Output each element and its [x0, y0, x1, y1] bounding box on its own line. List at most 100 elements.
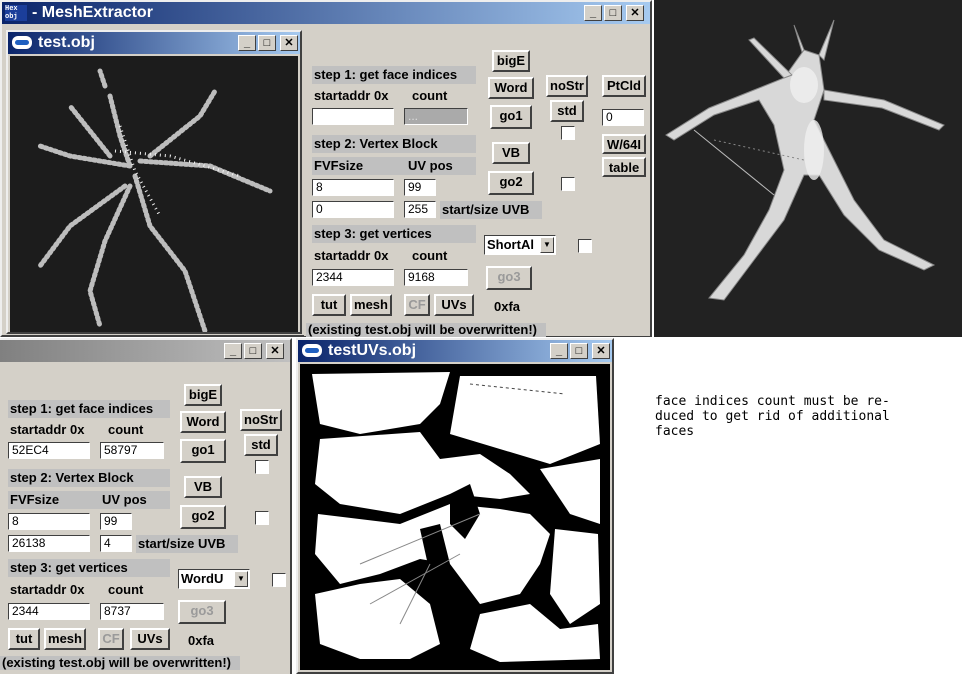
hex-obj-app-icon: Hex obj	[5, 5, 27, 21]
uvb-start-input[interactable]: 0	[312, 201, 394, 218]
nostr-button[interactable]: noStr	[546, 75, 588, 97]
uvpos-input[interactable]: 99	[100, 513, 132, 530]
test-obj-window: test.obj _ □ ✕	[6, 30, 302, 334]
mesh-button[interactable]: mesh	[44, 628, 86, 650]
test-uvs-title: testUVs.obj	[328, 342, 417, 359]
hex-value-label: 0xfa	[188, 633, 215, 648]
uvpos-input[interactable]: 99	[404, 179, 436, 196]
close-button[interactable]: ✕	[592, 343, 610, 359]
go1-button[interactable]: go1	[180, 439, 226, 463]
cf-button[interactable]: CF	[404, 294, 430, 316]
maximize-button[interactable]: □	[244, 343, 262, 359]
uvb-label: start/size UVB	[440, 201, 542, 219]
uvs-button[interactable]: UVs	[130, 628, 170, 650]
chevron-down-icon[interactable]: ▼	[540, 237, 554, 253]
ptcld-input[interactable]: 0	[602, 109, 644, 126]
type-select-value: WordU	[181, 571, 224, 586]
nostr-button[interactable]: noStr	[240, 409, 282, 431]
cf-button[interactable]: CF	[98, 628, 124, 650]
minimize-button[interactable]: _	[224, 343, 242, 359]
maximize-button[interactable]: □	[258, 35, 276, 51]
vb-button[interactable]: VB	[184, 476, 222, 498]
uvb-label: start/size UVB	[136, 535, 238, 553]
vb-button[interactable]: VB	[492, 142, 530, 164]
overwrite-warning: (existing test.obj will be overwritten!)	[306, 323, 546, 337]
go1-button[interactable]: go1	[490, 105, 532, 129]
test-uvs-window: testUVs.obj _ □ ✕	[296, 338, 614, 674]
face-start-input[interactable]: 52EC4	[8, 442, 90, 459]
vert-start-input[interactable]: 2344	[312, 269, 394, 286]
close-button[interactable]: ✕	[280, 35, 298, 51]
bigE-button[interactable]: bigE	[492, 50, 530, 72]
face-start-input[interactable]	[312, 108, 394, 125]
go2-button[interactable]: go2	[180, 505, 226, 529]
tut-button[interactable]: tut	[312, 294, 346, 316]
mesh-extractor-window: Hex obj - MeshExtractor _ □ ✕ test.obj _ …	[0, 0, 652, 337]
type-select[interactable]: ShortAl ▼	[484, 235, 556, 255]
face-count-input[interactable]: 58797	[100, 442, 164, 459]
std-button[interactable]: std	[550, 100, 584, 122]
type-checkbox[interactable]	[578, 239, 592, 253]
second-extractor-window: _ □ ✕ bigE step 1: get face indices Word…	[0, 338, 292, 674]
fvfsize-input[interactable]: 8	[8, 513, 90, 530]
word-button[interactable]: Word	[180, 411, 226, 433]
type-select[interactable]: WordU ▼	[178, 569, 250, 589]
main-title-bar[interactable]: Hex obj - MeshExtractor _ □ ✕	[2, 2, 650, 24]
maximize-button[interactable]: □	[604, 5, 622, 21]
type-checkbox[interactable]	[272, 573, 286, 587]
count-label: count	[412, 88, 448, 103]
minimize-button[interactable]: _	[584, 5, 602, 21]
fvfsize-input[interactable]: 8	[312, 179, 394, 196]
go2-button[interactable]: go2	[488, 171, 534, 195]
type-select-value: ShortAl	[487, 237, 534, 252]
table-button[interactable]: table	[602, 157, 646, 177]
vert-count-input[interactable]: 9168	[404, 269, 468, 286]
point-cloud-viewport	[10, 56, 298, 334]
uvb-start-input[interactable]: 26138	[8, 535, 90, 552]
mesh-button[interactable]: mesh	[350, 294, 392, 316]
w64-button[interactable]: W/64I	[602, 134, 646, 154]
test-uvs-title-bar[interactable]: testUVs.obj _ □ ✕	[298, 340, 612, 362]
render-viewport	[654, 0, 962, 337]
uvs-button[interactable]: UVs	[434, 294, 474, 316]
close-button[interactable]: ✕	[266, 343, 284, 359]
step2-label: step 2: Vertex Block	[312, 135, 476, 153]
tut-button[interactable]: tut	[8, 628, 40, 650]
hex-value-label: 0xfa	[494, 299, 521, 314]
minimize-button[interactable]: _	[550, 343, 568, 359]
std-checkbox[interactable]	[561, 126, 575, 140]
uvpos-label: UV pos	[102, 492, 147, 507]
uv-layout-render	[312, 372, 600, 662]
go2-checkbox[interactable]	[255, 511, 269, 525]
bigE-button[interactable]: bigE	[184, 384, 222, 406]
uvb-size-input[interactable]: 255	[404, 201, 436, 218]
face-count-input[interactable]: ...	[404, 108, 468, 125]
vert-start-input[interactable]: 2344	[8, 603, 90, 620]
test-obj-title-bar[interactable]: test.obj _ □ ✕	[8, 32, 300, 54]
uv-layout-viewport	[300, 364, 610, 670]
vert-count-input[interactable]: 8737	[100, 603, 164, 620]
word-button[interactable]: Word	[488, 77, 534, 99]
go3-button[interactable]: go3	[178, 600, 226, 624]
point-cloud-render	[37, 68, 273, 334]
std-checkbox[interactable]	[255, 460, 269, 474]
go2-checkbox[interactable]	[561, 177, 575, 191]
step2-label: step 2: Vertex Block	[8, 469, 170, 487]
count-label: count	[108, 582, 144, 597]
go3-button[interactable]: go3	[486, 266, 532, 290]
close-button[interactable]: ✕	[626, 5, 644, 21]
startaddr-label: startaddr 0x	[314, 248, 389, 263]
uvpos-label: UV pos	[408, 158, 453, 173]
startaddr-label: startaddr 0x	[10, 582, 85, 597]
uvb-size-input[interactable]: 4	[100, 535, 132, 552]
test-obj-title: test.obj	[38, 34, 95, 51]
std-button[interactable]: std	[244, 434, 278, 456]
count-label: count	[108, 422, 144, 437]
minimize-button[interactable]: _	[238, 35, 256, 51]
chevron-down-icon[interactable]: ▼	[234, 571, 248, 587]
maximize-button[interactable]: □	[570, 343, 588, 359]
ptcld-button[interactable]: PtCld	[602, 75, 646, 97]
main-window-title: - MeshExtractor	[32, 4, 153, 21]
obj-file-icon	[302, 344, 322, 357]
second-title-bar[interactable]: _ □ ✕	[0, 340, 290, 362]
